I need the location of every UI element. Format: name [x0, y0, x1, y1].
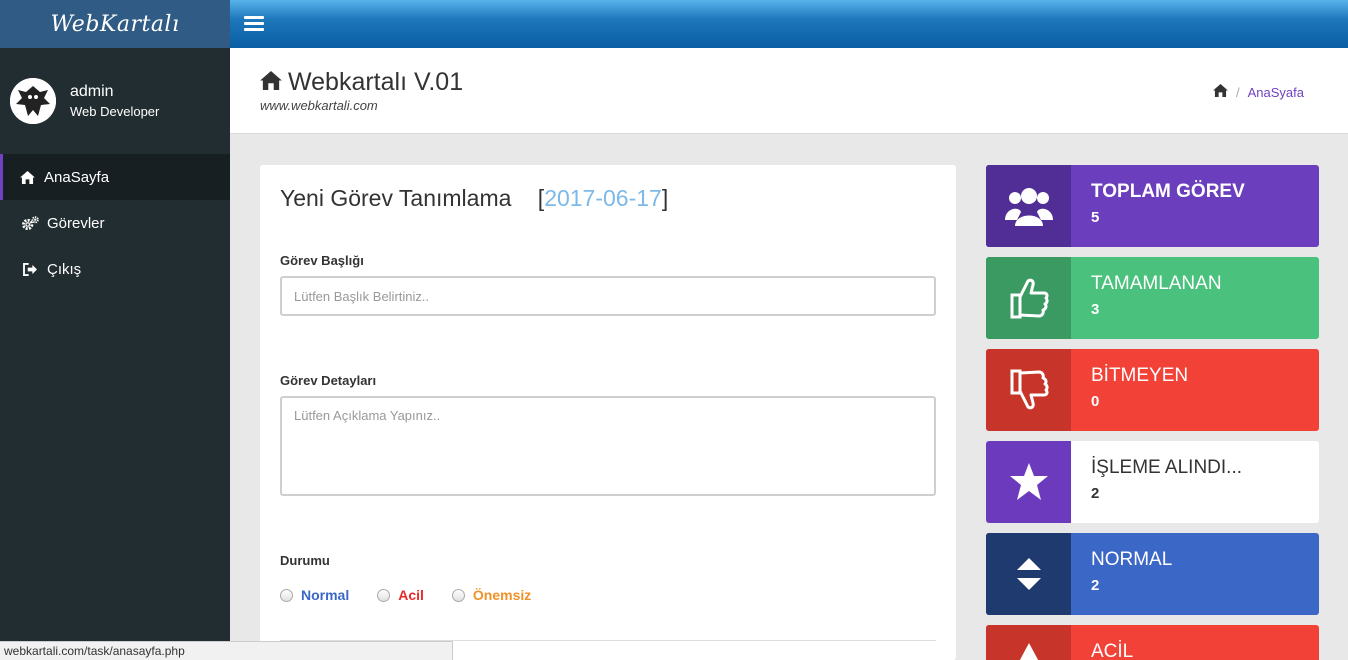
breadcrumb-home-icon[interactable]	[1213, 84, 1228, 100]
task-details-label: Görev Detayları	[280, 373, 377, 388]
radio-button[interactable]	[451, 588, 465, 602]
stat-card-total[interactable]: TOPLAM GÖREV 5	[986, 165, 1319, 247]
stat-value: 5	[1091, 209, 1100, 226]
users-icon	[986, 165, 1071, 247]
stat-label: ACİL	[1091, 641, 1134, 660]
form-date: 2017-06-17	[544, 185, 662, 211]
date-bracket-close: ]	[661, 185, 669, 211]
breadcrumb: / AnaSyafa	[1213, 84, 1304, 100]
status-radio-group: Normal Acil Önemsiz	[280, 587, 559, 603]
sidebar-item-label: AnaSayfa	[44, 168, 110, 186]
brand-name: WebKartalı	[50, 11, 180, 37]
home-icon	[260, 68, 282, 97]
menu-toggle-icon[interactable]	[244, 16, 264, 32]
sidebar: WebKartalı admin Web Developer AnaSayfa	[0, 0, 230, 660]
star-icon	[986, 441, 1071, 523]
sidebar-item-label: Görevler	[47, 214, 105, 232]
status-radio-onemsiz[interactable]: Önemsiz	[451, 587, 532, 603]
user-role: Web Developer	[70, 104, 160, 119]
stat-value: 2	[1091, 577, 1100, 594]
user-panel: admin Web Developer	[0, 48, 230, 154]
new-task-form: Yeni Görev Tanımlama [2017-06-17] Görev …	[260, 165, 956, 660]
form-title: Yeni Görev Tanımlama [2017-06-17]	[280, 185, 668, 212]
sidebar-item-label: Çıkış	[47, 260, 82, 278]
thumbs-down-icon	[986, 349, 1071, 431]
stat-label: İŞLEME ALINDI...	[1091, 457, 1242, 478]
brand-logo[interactable]: WebKartalı	[0, 0, 230, 48]
breadcrumb-current[interactable]: AnaSyafa	[1248, 85, 1304, 100]
gears-icon	[21, 215, 39, 231]
warning-icon	[986, 625, 1071, 660]
status-radio-acil[interactable]: Acil	[377, 587, 424, 603]
task-details-textarea[interactable]	[280, 396, 936, 496]
stat-card-completed[interactable]: TAMAMLANAN 3	[986, 257, 1319, 339]
stat-label: BİTMEYEN	[1091, 365, 1189, 386]
sort-icon	[986, 533, 1071, 615]
task-title-label: Görev Başlığı	[280, 253, 364, 268]
avatar	[10, 78, 56, 124]
stat-label: TOPLAM GÖREV	[1091, 181, 1245, 202]
page-title: Webkartalı V.01	[260, 68, 463, 97]
page-subtitle: www.webkartali.com	[260, 98, 378, 113]
breadcrumb-separator: /	[1236, 84, 1240, 100]
stat-card-normal[interactable]: NORMAL 2	[986, 533, 1319, 615]
radio-label: Acil	[398, 587, 424, 603]
stat-value: 0	[1091, 393, 1100, 410]
stat-card-in-progress[interactable]: İŞLEME ALINDI... 2	[986, 441, 1319, 523]
sidebar-item-gorevler[interactable]: Görevler	[0, 200, 230, 246]
task-title-input[interactable]	[280, 276, 936, 316]
status-radio-normal[interactable]: Normal	[280, 587, 349, 603]
top-navbar	[230, 0, 1348, 48]
radio-button[interactable]	[377, 588, 391, 602]
stat-label: NORMAL	[1091, 549, 1173, 570]
browser-status-bar: webkartali.com/task/anasayfa.php	[0, 641, 453, 660]
stat-value: 3	[1091, 301, 1100, 318]
form-title-text: Yeni Görev Tanımlama	[280, 185, 512, 211]
radio-label: Normal	[301, 587, 350, 603]
sidebar-item-anasayfa[interactable]: AnaSayfa	[0, 154, 230, 200]
radio-button[interactable]	[280, 588, 293, 602]
thumbs-up-icon	[986, 257, 1071, 339]
user-name: admin	[70, 83, 114, 100]
stat-card-unfinished[interactable]: BİTMEYEN 0	[986, 349, 1319, 431]
sign-out-icon	[21, 261, 39, 277]
sidebar-item-cikis[interactable]: Çıkış	[0, 246, 230, 292]
radio-label: Önemsiz	[472, 587, 532, 603]
stat-card-urgent[interactable]: ACİL	[986, 625, 1319, 660]
page-header: Webkartalı V.01 www.webkartali.com / Ana…	[230, 48, 1348, 134]
home-icon	[18, 169, 36, 185]
status-label: Durumu	[280, 553, 330, 568]
stat-label: TAMAMLANAN	[1091, 273, 1222, 294]
stat-value: 2	[1091, 485, 1100, 502]
page-title-text: Webkartalı V.01	[288, 68, 464, 96]
